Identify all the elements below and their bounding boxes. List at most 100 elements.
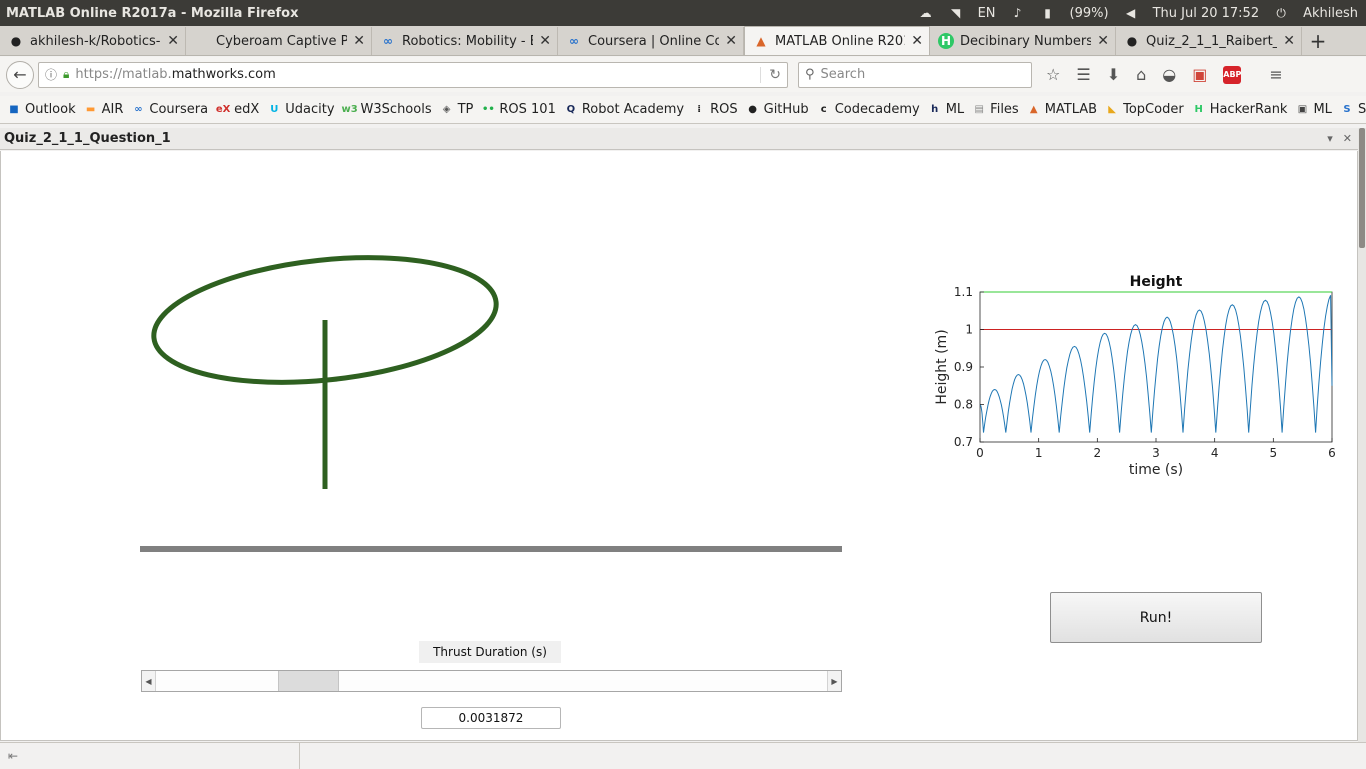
- x-tick-label: 3: [1152, 446, 1160, 460]
- tab-close-icon[interactable]: ✕: [911, 33, 923, 49]
- toolbar-icons: ☆ ☰ ⬇ ⌂ ◒ ▣ ABP ≡: [1046, 65, 1283, 84]
- slider-left-arrow-icon[interactable]: ◀: [142, 671, 156, 691]
- y-axis-label: Height (m): [934, 329, 950, 404]
- bookmark-item[interactable]: c Codecademy: [816, 102, 920, 118]
- chevron-down-icon[interactable]: ▾: [1327, 132, 1333, 145]
- new-tab-plus-icon[interactable]: +: [1302, 27, 1334, 55]
- tab-label: Quiz_2_1_1_Raibert_H: [1146, 33, 1277, 49]
- back-arrow-icon[interactable]: ←: [6, 60, 34, 89]
- hackerrank-icon: H: [1194, 104, 1203, 115]
- lock-icon[interactable]: 🔒︎: [63, 67, 69, 82]
- tab-label: Robotics: Mobility - Be: [402, 33, 533, 49]
- bookmark-item[interactable]: ▲ MATLAB: [1026, 102, 1097, 118]
- bookmark-item[interactable]: ● GitHub: [745, 102, 809, 118]
- download-icon[interactable]: ⬇: [1107, 65, 1120, 84]
- tab-strip: ● akhilesh-k/Robotics-M ✕ Cyberoam Captive …: [0, 26, 1366, 56]
- collapse-panel-icon[interactable]: ⇤: [0, 743, 300, 769]
- tab-close-icon[interactable]: ✕: [1283, 33, 1295, 49]
- power-icon[interactable]: ⏻: [1273, 6, 1289, 20]
- ml-robot-icon: ▣: [1297, 104, 1308, 115]
- thrust-duration-value[interactable]: 0.0031872: [421, 707, 561, 729]
- x-tick-label: 1: [1035, 446, 1043, 460]
- bookmark-label: Robot Academy: [581, 102, 685, 117]
- user-name[interactable]: Akhilesh: [1303, 6, 1358, 21]
- slider-thumb[interactable]: [278, 671, 339, 691]
- wifi-icon[interactable]: ◥: [948, 6, 964, 20]
- bookmark-label: Udacity: [285, 102, 335, 117]
- tab-close-icon[interactable]: ✕: [539, 33, 551, 49]
- scrollbar-thumb[interactable]: [1359, 128, 1365, 248]
- ml-icon: h: [931, 104, 939, 115]
- bookmark-item[interactable]: H HackerRank: [1191, 102, 1288, 118]
- bell-icon[interactable]: ♪: [1010, 6, 1026, 20]
- bookmark-item[interactable]: eX edX: [215, 102, 259, 118]
- browser-tab[interactable]: ▲ MATLAB Online R2017 ✕: [744, 26, 930, 55]
- tab-close-icon[interactable]: ✕: [725, 33, 737, 49]
- run-button[interactable]: Run!: [1050, 592, 1262, 643]
- system-top-bar: MATLAB Online R2017a - Mozilla Firefox ☁…: [0, 0, 1366, 26]
- y-tick-label: 0.7: [954, 435, 973, 449]
- page-scrollbar[interactable]: [1358, 128, 1366, 742]
- thrust-duration-slider[interactable]: ◀ ▶: [141, 670, 842, 692]
- datetime[interactable]: Thu Jul 20 17:52: [1153, 6, 1260, 21]
- bookmark-item[interactable]: ▣ ML: [1294, 102, 1332, 118]
- edx-icon: eX: [215, 104, 231, 115]
- x-tick-label: 6: [1328, 446, 1336, 460]
- bookmark-item[interactable]: ◈ TP: [439, 102, 474, 118]
- info-icon[interactable]: ⓘ: [45, 66, 57, 83]
- browser-tab[interactable]: H Decibinary Numbers | ✕: [930, 27, 1116, 55]
- url-prefix: https://matlab.: [75, 67, 172, 82]
- height-chart: 0 1 2 3 4 5 6 0.7 0.8 0.9 1 1.1 Height time (s) Height…: [934, 274, 1336, 478]
- figure-title: Quiz_2_1_1_Question_1: [4, 131, 171, 146]
- bookmark-label: MATLAB: [1044, 102, 1098, 117]
- bookmark-item[interactable]: •• ROS 101: [480, 102, 556, 118]
- bookmark-label: AIR: [101, 102, 124, 117]
- url-bar[interactable]: ⓘ 🔒︎ https://matlab. mathworks.com ↻: [38, 61, 788, 88]
- chart-title: Height: [1130, 274, 1183, 290]
- volume-icon[interactable]: ◀: [1123, 6, 1139, 20]
- browser-tab[interactable]: ● Quiz_2_1_1_Raibert_H ✕: [1116, 27, 1302, 55]
- language-indicator[interactable]: EN: [978, 6, 996, 21]
- pocket-icon[interactable]: ◒: [1162, 65, 1176, 84]
- reload-icon[interactable]: ↻: [760, 66, 781, 83]
- bookmark-item[interactable]: w3 W3Schools: [341, 102, 431, 118]
- tab-close-icon[interactable]: ✕: [353, 33, 365, 49]
- bookmark-item[interactable]: ⁞ ROS: [691, 102, 737, 118]
- screen-share-icon[interactable]: ▣: [1192, 65, 1207, 84]
- tab-close-icon[interactable]: ✕: [167, 33, 179, 49]
- browser-tab[interactable]: Cyberoam Captive Po ✕: [186, 27, 372, 55]
- slider-right-arrow-icon[interactable]: ▶: [827, 671, 841, 691]
- bookmark-item[interactable]: ■ Outlook: [6, 102, 75, 118]
- coursera-icon: ∞: [569, 34, 579, 48]
- close-icon[interactable]: ✕: [1343, 132, 1352, 145]
- bookmark-star-icon[interactable]: ☆: [1046, 65, 1060, 84]
- bookmark-item[interactable]: ▤ Files: [971, 102, 1018, 118]
- bookmark-item[interactable]: ▬ AIR: [83, 102, 124, 118]
- codecademy-icon: c: [820, 104, 827, 115]
- browser-tab[interactable]: ● akhilesh-k/Robotics-M ✕: [0, 27, 186, 55]
- bookmark-item[interactable]: h ML: [927, 102, 964, 118]
- url-domain: mathworks.com: [171, 67, 276, 82]
- bookmark-label: GitHub: [763, 102, 809, 117]
- w3schools-icon: w3: [341, 104, 358, 115]
- window-title: MATLAB Online R2017a - Mozilla Firefox: [6, 5, 299, 21]
- browser-tab[interactable]: ∞ Robotics: Mobility - Be ✕: [372, 27, 558, 55]
- tab-close-icon[interactable]: ✕: [1097, 33, 1109, 49]
- search-placeholder: Search: [820, 67, 866, 82]
- reading-list-icon[interactable]: ☰: [1076, 65, 1090, 84]
- bookmark-item[interactable]: ∞ Coursera: [130, 102, 208, 118]
- search-input[interactable]: ⚲ Search: [798, 61, 1032, 88]
- adblock-icon[interactable]: ABP: [1223, 65, 1241, 84]
- bookmark-item[interactable]: Q Robot Academy: [563, 102, 685, 118]
- bookmark-item[interactable]: ◣ TopCoder: [1104, 102, 1183, 118]
- bookmark-item[interactable]: U Udacity: [266, 102, 334, 118]
- cloud-icon[interactable]: ☁: [918, 6, 934, 20]
- y-tick-label: 0.8: [954, 398, 973, 412]
- battery-icon[interactable]: ▮: [1040, 6, 1056, 20]
- browser-tab[interactable]: ∞ Coursera | Online Cou ✕: [558, 27, 744, 55]
- bookmark-label: ROS 101: [499, 102, 556, 117]
- menu-icon[interactable]: ≡: [1269, 65, 1282, 84]
- home-icon[interactable]: ⌂: [1136, 65, 1146, 84]
- coursera-icon: ∞: [134, 104, 143, 115]
- bookmark-item[interactable]: S SPOJ: [1339, 102, 1366, 118]
